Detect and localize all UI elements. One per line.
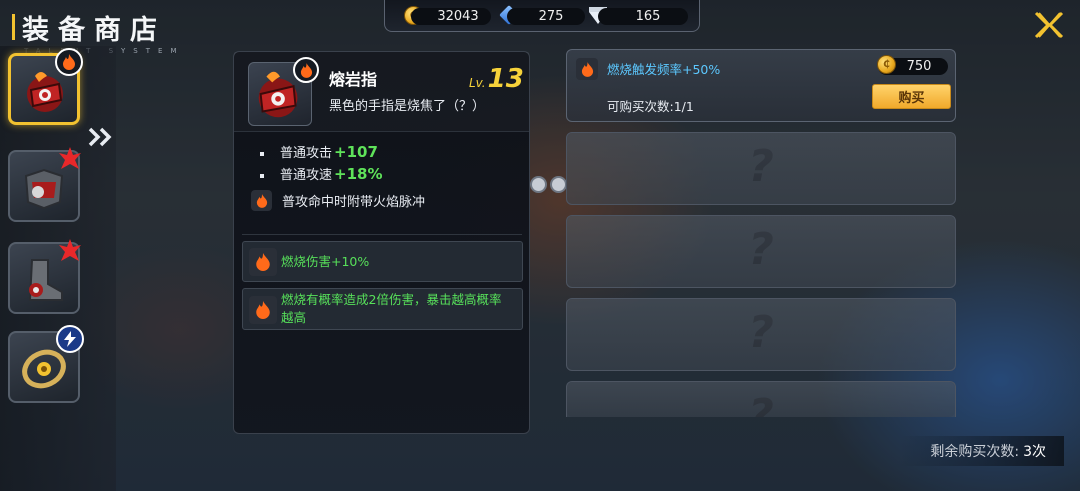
fire-badge — [56, 236, 84, 264]
fire-icon — [249, 296, 277, 324]
fire-badge — [55, 48, 83, 76]
currency-bar: ₵ 32043 275 165 — [384, 0, 700, 32]
bonus-row: 燃烧伤害+10% — [242, 241, 523, 282]
close-icon — [1034, 11, 1064, 39]
selected-chevrons-icon — [88, 125, 114, 149]
item-level: Lv.13 — [469, 64, 524, 94]
question-mark-icon: ? — [748, 141, 774, 192]
item-name: 熔岩指 — [329, 70, 378, 89]
stat-label: 普通攻速 — [280, 168, 333, 183]
bullet-icon — [260, 173, 264, 178]
connector-knob — [530, 175, 547, 193]
question-mark-icon: ? — [748, 224, 774, 275]
stat-row: 普通攻击 +107 — [260, 142, 378, 161]
shop-locked-slot: ? — [566, 215, 956, 288]
item-description: 黑色的手指是烧焦了（？） — [329, 99, 486, 114]
stat-value: +18% — [334, 165, 383, 183]
bonus-row: 燃烧有概率造成2倍伤害，暴击越高概率越高 — [242, 288, 523, 330]
equipment-sidebar — [0, 46, 116, 491]
bonus-text: 燃烧有概率造成2倍伤害，暴击越高概率越高 — [281, 292, 502, 325]
shop-offer-card[interactable]: 燃烧触发频率+50% 可购买次数:1/1 750 ₵ 购买 — [566, 49, 956, 122]
item-portrait — [248, 57, 319, 126]
coin-icon: ₵ — [877, 55, 896, 74]
question-mark-icon: ? — [748, 390, 774, 417]
diamond-balance: 165 — [598, 8, 688, 25]
fire-icon — [249, 248, 277, 276]
bullet-icon — [260, 151, 264, 156]
fire-icon — [576, 58, 598, 80]
effect-text: 普攻命中时附带火焰脉冲 — [282, 195, 426, 210]
shop-locked-slot: ? — [566, 298, 956, 371]
title-accent-bar — [12, 14, 15, 40]
shop-locked-slot: ? — [566, 381, 956, 417]
bonus-text: 燃烧伤害+10% — [281, 254, 370, 269]
sidebar-item-lava-finger[interactable] — [8, 48, 83, 125]
coin-balance: 32043 — [411, 8, 491, 25]
sidebar-item-armor[interactable] — [8, 147, 81, 222]
fire-icon — [59, 239, 81, 261]
lightning-icon — [64, 331, 76, 347]
shop-locked-slot: ? — [566, 132, 956, 205]
fire-badge — [293, 57, 319, 83]
close-button[interactable] — [1033, 10, 1065, 40]
divider — [242, 234, 522, 235]
fire-icon — [63, 54, 75, 70]
item-effect: 普攻命中时附带火焰脉冲 — [251, 190, 425, 211]
stat-label: 普通攻击 — [280, 146, 333, 161]
sidebar-item-amulet[interactable] — [8, 325, 84, 403]
gem-balance: 275 — [507, 8, 585, 25]
level-value: 13 — [487, 64, 524, 94]
question-mark-icon: ? — [748, 307, 774, 358]
fire-icon — [251, 190, 272, 211]
stat-value: +107 — [334, 143, 378, 161]
fire-badge — [56, 144, 84, 172]
fire-icon — [59, 147, 81, 169]
connector-knob — [550, 175, 567, 193]
offer-name: 燃烧触发频率+50% — [607, 62, 721, 77]
level-label: Lv. — [469, 76, 486, 90]
fire-icon — [300, 62, 312, 78]
lightning-badge — [56, 325, 84, 353]
remaining-label: 剩余购买次数: — [930, 444, 1020, 460]
remaining-purchases: 剩余购买次数: 3次 — [900, 436, 1064, 466]
offer-purchase-count: 可购买次数:1/1 — [607, 99, 694, 114]
item-detail-panel: 熔岩指 Lv.13 黑色的手指是烧焦了（？） 普通攻击 +107 普通攻速 +18%… — [233, 51, 530, 434]
stat-row: 普通攻速 +18% — [260, 164, 383, 183]
sidebar-item-boots[interactable] — [8, 239, 81, 314]
page-title: 装备商店 — [22, 15, 166, 46]
remaining-value: 3次 — [1023, 444, 1046, 460]
buy-button[interactable]: 购买 — [872, 84, 951, 109]
